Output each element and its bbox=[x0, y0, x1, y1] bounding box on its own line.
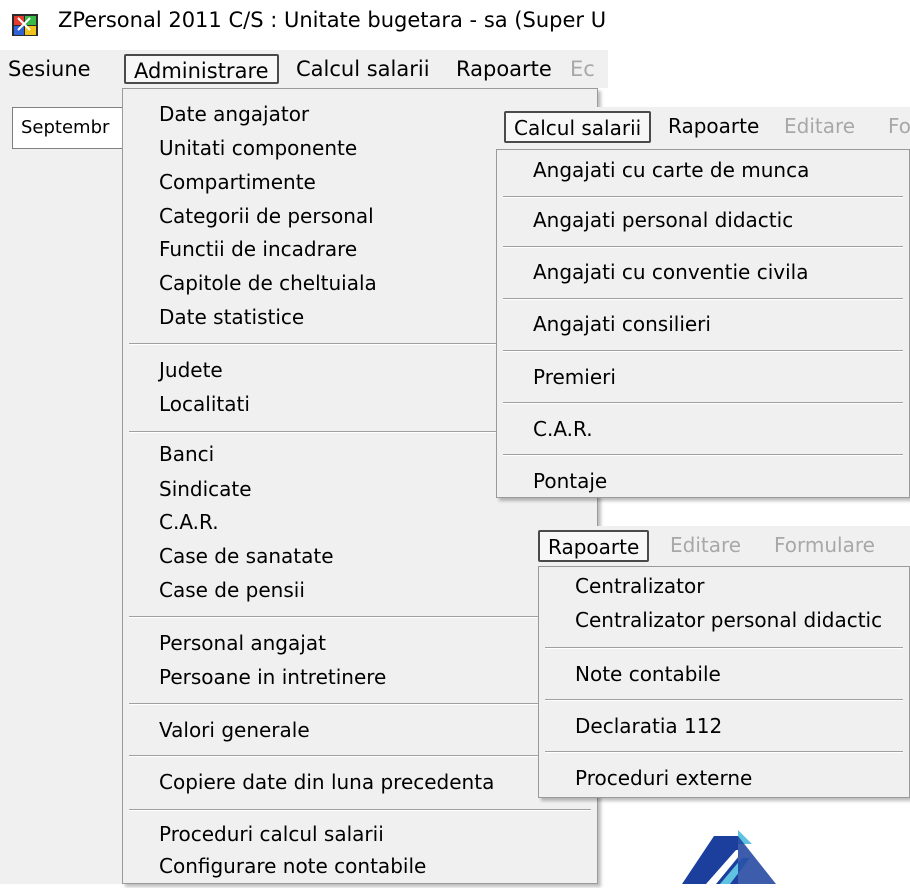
menu-item-car[interactable]: C.A.R. bbox=[533, 416, 593, 442]
menu-item-case-de-sanatate[interactable]: Case de sanatate bbox=[159, 543, 334, 569]
menu-item-judete[interactable]: Judete bbox=[159, 357, 223, 383]
menu-item-case-de-pensii[interactable]: Case de pensii bbox=[159, 577, 305, 603]
menu-separator bbox=[503, 246, 903, 248]
month-select[interactable]: Septembr bbox=[12, 107, 134, 149]
menu-item-centralizator[interactable]: Centralizator bbox=[575, 573, 704, 599]
menu-separator bbox=[129, 703, 591, 705]
calcul-salarii-menubar: Calcul salarii Rapoarte Editare Fo bbox=[496, 107, 910, 149]
menu-item-unitati-componente[interactable]: Unitati componente bbox=[159, 135, 357, 161]
menu-separator bbox=[545, 647, 903, 649]
menu-item-personal-angajat[interactable]: Personal angajat bbox=[159, 630, 326, 656]
menu-formulare[interactable]: Fo bbox=[880, 111, 910, 143]
menu-item-car[interactable]: C.A.R. bbox=[159, 509, 219, 535]
menu-item-angajati-cu-carte-de-munca[interactable]: Angajati cu carte de munca bbox=[533, 157, 809, 183]
window-title: ZPersonal 2011 C/S : Unitate bugetara - … bbox=[58, 8, 607, 32]
window-client-area bbox=[0, 88, 128, 884]
menu-editare[interactable]: Editare bbox=[662, 530, 749, 562]
menu-editare[interactable]: Editare bbox=[776, 111, 863, 143]
menu-item-localitati[interactable]: Localitati bbox=[159, 391, 250, 417]
menu-rapoarte[interactable]: Rapoarte bbox=[448, 54, 560, 84]
menu-formulare[interactable]: Formulare bbox=[766, 530, 883, 562]
main-menubar: Sesiune Administrare Calcul salarii Rapo… bbox=[0, 50, 608, 88]
menu-separator bbox=[503, 402, 903, 404]
menu-item-proceduri-calcul-salarii[interactable]: Proceduri calcul salarii bbox=[159, 821, 384, 847]
menu-calcul-salarii[interactable]: Calcul salarii bbox=[288, 54, 438, 84]
rapoarte-dropdown: Centralizator Centralizator personal did… bbox=[538, 566, 910, 798]
rapoarte-menubar: Rapoarte Editare Formulare bbox=[534, 526, 910, 566]
menu-rapoarte[interactable]: Rapoarte bbox=[660, 111, 767, 143]
menu-item-pontaje[interactable]: Pontaje bbox=[533, 468, 607, 494]
menu-item-valori-generale[interactable]: Valori generale bbox=[159, 717, 310, 743]
menu-item-compartimente[interactable]: Compartimente bbox=[159, 169, 316, 195]
menu-administrare[interactable]: Administrare bbox=[124, 54, 279, 84]
menu-calcul-salarii[interactable]: Calcul salarii bbox=[504, 111, 652, 143]
zpersonal-app-icon[interactable] bbox=[10, 10, 42, 40]
menu-item-categorii-de-personal[interactable]: Categorii de personal bbox=[159, 203, 374, 229]
menu-item-angajati-personal-didactic[interactable]: Angajati personal didactic bbox=[533, 207, 793, 233]
menu-separator bbox=[503, 350, 903, 352]
menu-separator bbox=[503, 298, 903, 300]
menu-separator bbox=[129, 809, 591, 811]
menu-item-capitole-de-cheltuiala[interactable]: Capitole de cheltuiala bbox=[159, 270, 377, 296]
menu-editare[interactable]: Ec bbox=[562, 54, 603, 84]
menu-separator bbox=[503, 454, 903, 456]
menu-item-copiere-date-din-luna-precedenta[interactable]: Copiere date din luna precedenta bbox=[159, 769, 494, 795]
calcul-salarii-dropdown: Angajati cu carte de munca Angajati pers… bbox=[496, 149, 910, 498]
menu-item-note-contabile[interactable]: Note contabile bbox=[575, 661, 721, 687]
menu-item-proceduri-externe[interactable]: Proceduri externe bbox=[575, 765, 752, 791]
menu-sesiune[interactable]: Sesiune bbox=[0, 54, 99, 84]
menu-separator bbox=[545, 699, 903, 701]
menu-item-persoane-in-intretinere[interactable]: Persoane in intretinere bbox=[159, 664, 386, 690]
title-bar: ZPersonal 2011 C/S : Unitate bugetara - … bbox=[0, 0, 608, 50]
menu-rapoarte[interactable]: Rapoarte bbox=[538, 530, 650, 562]
company-logo-icon bbox=[676, 826, 796, 884]
menu-separator bbox=[129, 616, 591, 618]
menu-separator bbox=[129, 755, 591, 757]
menu-item-functii-de-incadrare[interactable]: Functii de incadrare bbox=[159, 236, 357, 262]
menu-separator bbox=[503, 196, 903, 198]
menu-separator bbox=[545, 751, 903, 753]
menu-item-sindicate[interactable]: Sindicate bbox=[159, 476, 252, 502]
menu-item-banci[interactable]: Banci bbox=[159, 441, 214, 467]
menu-item-date-angajator[interactable]: Date angajator bbox=[159, 101, 309, 127]
menu-item-centralizator-personal-didactic[interactable]: Centralizator personal didactic bbox=[575, 607, 882, 633]
menu-item-configurare-note-contabile[interactable]: Configurare note contabile bbox=[159, 853, 426, 879]
menu-item-premieri[interactable]: Premieri bbox=[533, 364, 616, 390]
menu-item-angajati-consilieri[interactable]: Angajati consilieri bbox=[533, 311, 711, 337]
menu-item-angajati-cu-conventie-civila[interactable]: Angajati cu conventie civila bbox=[533, 259, 808, 285]
menu-item-declaratia-112[interactable]: Declaratia 112 bbox=[575, 713, 722, 739]
menu-item-date-statistice[interactable]: Date statistice bbox=[159, 304, 304, 330]
